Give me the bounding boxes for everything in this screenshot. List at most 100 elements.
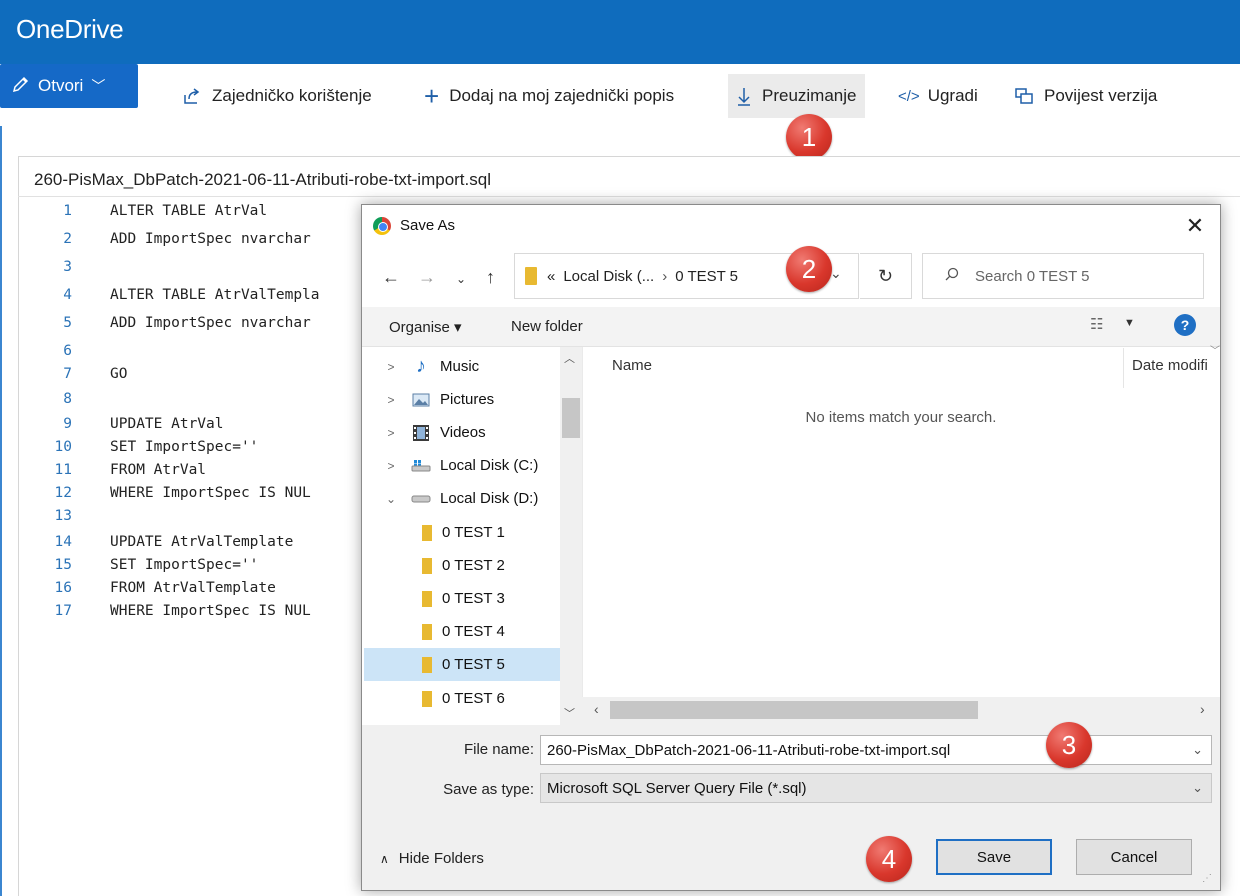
code-line: 16 FROM AtrValTemplate bbox=[54, 580, 276, 596]
nav-pane-scroll-thumb[interactable] bbox=[562, 398, 580, 438]
address-segment-local-disk[interactable]: Local Disk (... bbox=[563, 268, 654, 285]
embed-button[interactable]: </> Ugradi bbox=[892, 74, 984, 118]
organise-menu[interactable]: Organise ▾ bbox=[389, 318, 462, 336]
file-name-input[interactable]: 260-PisMax_DbPatch-2021-06-11-Atributi-r… bbox=[540, 735, 1212, 765]
scroll-down-icon[interactable]: ﹀ bbox=[564, 705, 575, 721]
view-options-icon[interactable]: ☷ bbox=[1090, 315, 1103, 333]
code-line: 14 UPDATE AtrValTemplate bbox=[54, 534, 294, 550]
expand-chevron-icon[interactable]: > bbox=[384, 426, 398, 440]
new-folder-button[interactable]: New folder bbox=[511, 318, 583, 335]
folder-label: 0 TEST 6 bbox=[442, 690, 505, 707]
code-line: 15 SET ImportSpec='' bbox=[54, 557, 259, 573]
add-to-shared-list-button[interactable]: + Dodaj na moj zajednički popis bbox=[418, 74, 680, 118]
nav-label: Local Disk (C:) bbox=[440, 457, 539, 474]
nav-label: Videos bbox=[440, 424, 486, 441]
app-title[interactable]: OneDrive bbox=[16, 14, 124, 45]
back-arrow-icon[interactable]: ← bbox=[382, 267, 400, 288]
folder-icon bbox=[422, 690, 432, 707]
version-history-button[interactable]: Povijest verzija bbox=[1008, 74, 1163, 118]
nav-folder-item[interactable]: 0 TEST 3 bbox=[422, 582, 558, 615]
drive-d-icon bbox=[410, 490, 432, 508]
document-divider bbox=[18, 196, 1240, 197]
videos-icon bbox=[410, 424, 432, 442]
step-badge-3: 3 bbox=[1046, 722, 1092, 768]
expand-chevron-icon[interactable]: > bbox=[384, 459, 398, 473]
chevron-down-icon[interactable]: ⌄ bbox=[1192, 742, 1203, 758]
code-line: 6 bbox=[63, 343, 72, 359]
pencil-icon bbox=[12, 75, 30, 98]
search-icon bbox=[945, 267, 959, 286]
address-segment-current[interactable]: 0 TEST 5 bbox=[675, 268, 738, 285]
save-button[interactable]: Save bbox=[936, 839, 1052, 875]
folder-label: 0 TEST 2 bbox=[442, 557, 505, 574]
nav-label: Local Disk (D:) bbox=[440, 490, 539, 507]
search-placeholder: Search 0 TEST 5 bbox=[975, 267, 1090, 285]
chevron-up-icon: ∧ bbox=[380, 851, 389, 866]
music-icon: ♪ bbox=[416, 355, 426, 377]
horizontal-scroll-thumb[interactable] bbox=[610, 701, 978, 719]
chevron-down-icon: ﹀ bbox=[91, 78, 106, 94]
drive-c-icon bbox=[410, 457, 432, 475]
save-as-type-select[interactable]: Microsoft SQL Server Query File (*.sql) … bbox=[540, 773, 1212, 803]
share-button[interactable]: Zajedničko korištenje bbox=[176, 74, 378, 118]
recent-locations-chevron-icon[interactable]: ⌄ bbox=[456, 272, 466, 286]
nav-item-videos[interactable]: > Videos bbox=[384, 416, 486, 449]
code-line: 11 FROM AtrVal bbox=[54, 462, 207, 478]
nav-item-pictures[interactable]: > Pictures bbox=[384, 383, 494, 416]
embed-label: Ugradi bbox=[927, 86, 978, 105]
search-box[interactable]: Search 0 TEST 5 bbox=[922, 253, 1204, 299]
code-line: 5 ADD ImportSpec nvarchar bbox=[63, 315, 311, 331]
download-label: Preuzimanje bbox=[762, 86, 857, 105]
close-icon[interactable]: ✕ bbox=[1182, 213, 1208, 239]
column-header-name[interactable]: Name bbox=[612, 357, 652, 374]
up-arrow-icon[interactable]: ↑ bbox=[486, 267, 495, 288]
code-line: 1 ALTER TABLE AtrVal bbox=[63, 203, 268, 219]
folder-icon bbox=[422, 557, 432, 574]
resize-grip-icon[interactable]: ⋰ bbox=[1202, 873, 1212, 884]
help-button[interactable]: ? bbox=[1174, 314, 1196, 336]
forward-arrow-icon[interactable]: → bbox=[418, 267, 436, 288]
expand-chevron-icon[interactable]: > bbox=[384, 360, 398, 374]
hide-folders-label: Hide Folders bbox=[398, 850, 484, 867]
column-header-date-modified[interactable]: Date modifi bbox=[1132, 357, 1222, 374]
cancel-button[interactable]: Cancel bbox=[1076, 839, 1192, 875]
column-divider[interactable] bbox=[1123, 348, 1124, 388]
collapse-chevron-icon[interactable]: ⌄ bbox=[384, 492, 398, 506]
nav-folder-item[interactable]: 0 TEST 6 bbox=[422, 682, 558, 715]
nav-item-local-disk-d[interactable]: ⌄ Local Disk (D:) bbox=[384, 482, 538, 515]
empty-results-message: No items match your search. bbox=[805, 409, 997, 426]
nav-folder-item[interactable]: 0 TEST 4 bbox=[422, 615, 558, 648]
refresh-button[interactable]: ↻ bbox=[860, 253, 912, 299]
hide-folders-toggle[interactable]: ∧ Hide Folders bbox=[380, 850, 484, 867]
open-button[interactable]: Otvori ﹀ bbox=[0, 64, 138, 108]
nav-folder-item[interactable]: 0 TEST 1 bbox=[422, 516, 558, 549]
code-line: 9 UPDATE AtrVal bbox=[63, 416, 224, 432]
scroll-left-icon[interactable]: ‹ bbox=[594, 701, 599, 717]
folder-icon bbox=[422, 524, 432, 541]
nav-folder-item[interactable]: 0 TEST 2 bbox=[422, 549, 558, 582]
code-line: 10 SET ImportSpec='' bbox=[54, 439, 259, 455]
document-filename: 260-PisMax_DbPatch-2021-06-11-Atributi-r… bbox=[34, 170, 491, 189]
file-name-label: File name: bbox=[463, 741, 534, 758]
add-label: Dodaj na moj zajednički popis bbox=[449, 86, 675, 105]
onedrive-header bbox=[0, 0, 1240, 64]
nav-item-music[interactable]: > ♪ Music bbox=[384, 350, 479, 383]
chevron-down-icon[interactable]: ⌄ bbox=[1192, 780, 1203, 796]
download-button[interactable]: Preuzimanje bbox=[728, 74, 865, 118]
version-history-icon bbox=[1014, 87, 1034, 105]
nav-item-local-disk-c[interactable]: > Local Disk (C:) bbox=[384, 449, 538, 482]
expand-chevron-icon[interactable]: > bbox=[384, 393, 398, 407]
step-badge-1: 1 bbox=[786, 114, 832, 160]
plus-icon: + bbox=[424, 80, 440, 111]
view-chevron-icon[interactable]: ▼ bbox=[1124, 317, 1135, 329]
address-overflow[interactable]: « bbox=[547, 268, 555, 285]
folder-label: 0 TEST 4 bbox=[442, 623, 505, 640]
chrome-icon bbox=[373, 217, 391, 235]
refresh-icon: ↻ bbox=[877, 265, 894, 286]
scroll-up-icon[interactable]: ︿ bbox=[564, 350, 575, 366]
nav-folder-item-selected[interactable]: 0 TEST 5 bbox=[364, 648, 560, 681]
scroll-right-icon[interactable]: › bbox=[1200, 701, 1205, 717]
share-label: Zajedničko korištenje bbox=[212, 86, 372, 105]
folder-icon bbox=[525, 267, 537, 285]
nav-label: Music bbox=[440, 358, 480, 375]
